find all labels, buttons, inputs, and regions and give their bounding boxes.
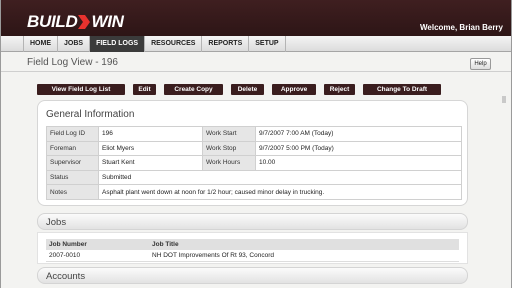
- general-information-panel: General Information Field Log ID 196 Wor…: [37, 100, 468, 206]
- jobs-section-title: Jobs: [46, 217, 67, 228]
- action-toolbar: View Field Log List Edit Create Copy Del…: [37, 84, 449, 95]
- field-log-id-label: Field Log ID: [46, 126, 99, 142]
- status-value: Submitted: [98, 169, 462, 186]
- app-window: BUILD WIN Welcome, Brian Berry HOME JOBS…: [0, 0, 512, 288]
- reject-button[interactable]: Reject: [324, 84, 355, 95]
- page-title-bar: Field Log View - 196 Help: [1, 52, 511, 72]
- work-hours-value: 10.00: [255, 155, 462, 171]
- nav-tab-reports[interactable]: REPORTS: [202, 36, 250, 52]
- jobs-table: Job Number Job Title 2007-0010 NH DOT Im…: [46, 239, 459, 262]
- main-nav: HOME JOBS FIELD LOGS RESOURCES REPORTS S…: [1, 36, 511, 52]
- help-button[interactable]: Help: [470, 58, 491, 70]
- job-number-header: Job Number: [46, 239, 149, 250]
- table-row[interactable]: 2007-0010 NH DOT Improvements Of Rt 93, …: [46, 250, 459, 262]
- approve-button[interactable]: Approve: [272, 84, 316, 95]
- nav-tab-home[interactable]: HOME: [23, 36, 58, 52]
- table-row: Notes Asphalt plant went down at noon fo…: [46, 184, 462, 200]
- view-field-log-list-button[interactable]: View Field Log List: [37, 84, 125, 95]
- buildwin-logo[interactable]: BUILD WIN: [27, 11, 124, 33]
- field-log-id-value: 196: [98, 126, 203, 142]
- work-start-value: 9/7/2007 7:00 AM (Today): [255, 126, 462, 142]
- header-bar: BUILD WIN Welcome, Brian Berry: [1, 0, 511, 36]
- logo-text-build: BUILD: [27, 12, 78, 31]
- accounts-section-title: Accounts: [46, 271, 86, 282]
- scrollbar-thumb[interactable]: [502, 96, 506, 103]
- logo-text-win: WIN: [91, 12, 124, 31]
- foreman-value: Eliot Myers: [98, 140, 203, 157]
- table-row: Foreman Eliot Myers Work Stop 9/7/2007 5…: [46, 140, 462, 157]
- accounts-section-header[interactable]: Accounts: [37, 267, 468, 284]
- notes-label: Notes: [46, 184, 99, 200]
- change-to-draft-button[interactable]: Change To Draft: [363, 84, 441, 95]
- job-title-header: Job Title: [149, 239, 459, 250]
- nav-tab-resources[interactable]: RESOURCES: [145, 36, 203, 52]
- nav-tab-jobs[interactable]: JOBS: [58, 36, 91, 52]
- foreman-label: Foreman: [46, 140, 99, 157]
- table-row: Field Log ID 196 Work Start 9/7/2007 7:0…: [46, 126, 462, 142]
- welcome-text: Welcome, Brian Berry: [420, 23, 503, 32]
- create-copy-button[interactable]: Create Copy: [164, 84, 223, 95]
- supervisor-value: Stuart Kent: [98, 155, 203, 171]
- status-label: Status: [46, 169, 99, 186]
- nav-tab-setup[interactable]: SETUP: [249, 36, 286, 52]
- work-stop-value: 9/7/2007 5:00 PM (Today): [255, 140, 462, 157]
- jobs-panel: Job Number Job Title 2007-0010 NH DOT Im…: [37, 232, 468, 264]
- scrollbar[interactable]: [501, 80, 507, 288]
- work-hours-label: Work Hours: [202, 155, 256, 171]
- edit-button[interactable]: Edit: [133, 84, 156, 95]
- delete-button[interactable]: Delete: [231, 84, 264, 95]
- work-stop-label: Work Stop: [202, 140, 256, 157]
- jobs-section-header[interactable]: Jobs: [37, 213, 468, 230]
- table-header-row: Job Number Job Title: [46, 239, 459, 250]
- job-title-cell: NH DOT Improvements Of Rt 93, Concord: [149, 250, 459, 262]
- logo-arrow-icon: [78, 15, 91, 29]
- notes-value: Asphalt plant went down at noon for 1/2 …: [98, 184, 462, 200]
- table-row: Status Submitted: [46, 169, 462, 186]
- job-number-cell: 2007-0010: [46, 250, 149, 262]
- table-row: Supervisor Stuart Kent Work Hours 10.00: [46, 155, 462, 171]
- general-information-title: General Information: [46, 109, 135, 120]
- general-information-table: Field Log ID 196 Work Start 9/7/2007 7:0…: [46, 126, 462, 200]
- page-title: Field Log View - 196: [27, 57, 118, 68]
- work-start-label: Work Start: [202, 126, 256, 142]
- supervisor-label: Supervisor: [46, 155, 99, 171]
- nav-tab-field-logs[interactable]: FIELD LOGS: [90, 36, 146, 52]
